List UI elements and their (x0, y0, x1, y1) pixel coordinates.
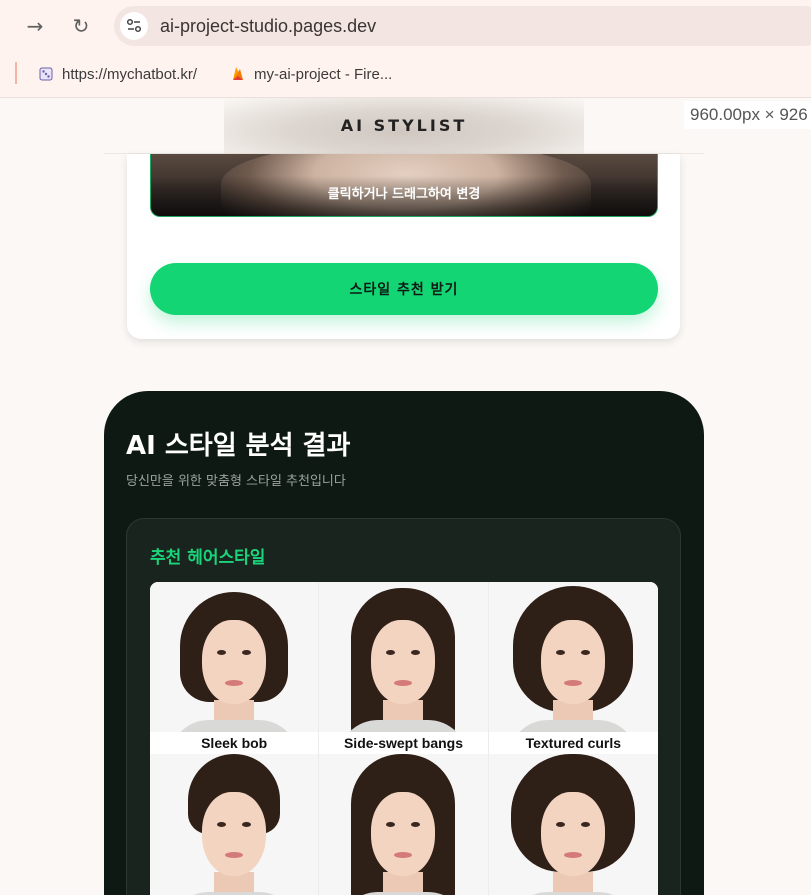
url-text[interactable]: ai-project-studio.pages.dev (160, 16, 376, 37)
bookmark-mychatbot[interactable]: https://mychatbot.kr/ (38, 62, 197, 86)
site-settings-icon[interactable] (120, 12, 148, 40)
dimension-tooltip: 960.00px × 926 (684, 101, 811, 129)
firebase-icon (230, 66, 246, 82)
hairstyle-section-title: 추천 헤어스타일 (150, 548, 266, 568)
hairstyle-item[interactable]: Textured curls (488, 582, 658, 754)
bookmark-divider (15, 62, 17, 84)
hairstyle-grid: Sleek bob Side-swept bangs Textured curl… (150, 582, 658, 895)
bookmark-label: https://mychatbot.kr/ (62, 65, 198, 83)
address-bar[interactable]: ai-project-studio.pages.dev (114, 6, 811, 46)
face (371, 792, 436, 876)
hairstyle-item[interactable]: Sleek bob (150, 582, 320, 754)
face (371, 620, 436, 704)
hairstyle-item[interactable] (319, 754, 489, 895)
reload-icon[interactable]: ↻ (66, 11, 96, 41)
dice-icon (38, 66, 54, 82)
page-title: AI STYLIST (340, 116, 468, 135)
face (541, 792, 606, 876)
result-section: AI 스타일 분석 결과 당신만을 위한 맞춤형 스타일 추천입니다 추천 헤어… (104, 391, 704, 895)
upload-card: 클릭하거나 드래그하여 변경 스타일 추천 받기 (127, 154, 680, 339)
hairstyle-card: 추천 헤어스타일 Sleek bob Side-swept bangs Text… (126, 518, 681, 895)
hairstyle-item[interactable] (488, 754, 658, 895)
hairstyle-label: Side-swept bangs (319, 732, 488, 754)
result-title: AI 스타일 분석 결과 (126, 431, 351, 461)
result-subtitle: 당신만을 위한 맞춤형 스타일 추천입니다 (126, 474, 346, 489)
hairstyle-label: Textured curls (488, 732, 658, 754)
forward-icon[interactable]: → (20, 11, 50, 41)
face (541, 620, 606, 704)
hairstyle-item[interactable]: Side-swept bangs (319, 582, 489, 754)
change-photo-caption: 클릭하거나 드래그하여 변경 (327, 187, 481, 202)
hairstyle-label: Sleek bob (150, 732, 319, 754)
bookmark-label: my-ai-project - Fire... (254, 65, 393, 83)
uploaded-photo[interactable]: 클릭하거나 드래그하여 변경 (150, 154, 658, 217)
bookmarks-bar: https://mychatbot.kr/ my-ai-project - Fi… (0, 52, 811, 98)
face (202, 792, 267, 876)
face (202, 620, 267, 704)
bookmark-firebase[interactable]: my-ai-project - Fire... (230, 62, 392, 86)
browser-toolbar: → ↻ ai-project-studio.pages.dev (0, 0, 811, 52)
hairstyle-item[interactable] (150, 754, 320, 895)
app-header: AI STYLIST (104, 98, 704, 154)
get-recommendation-button[interactable]: 스타일 추천 받기 (150, 263, 658, 315)
